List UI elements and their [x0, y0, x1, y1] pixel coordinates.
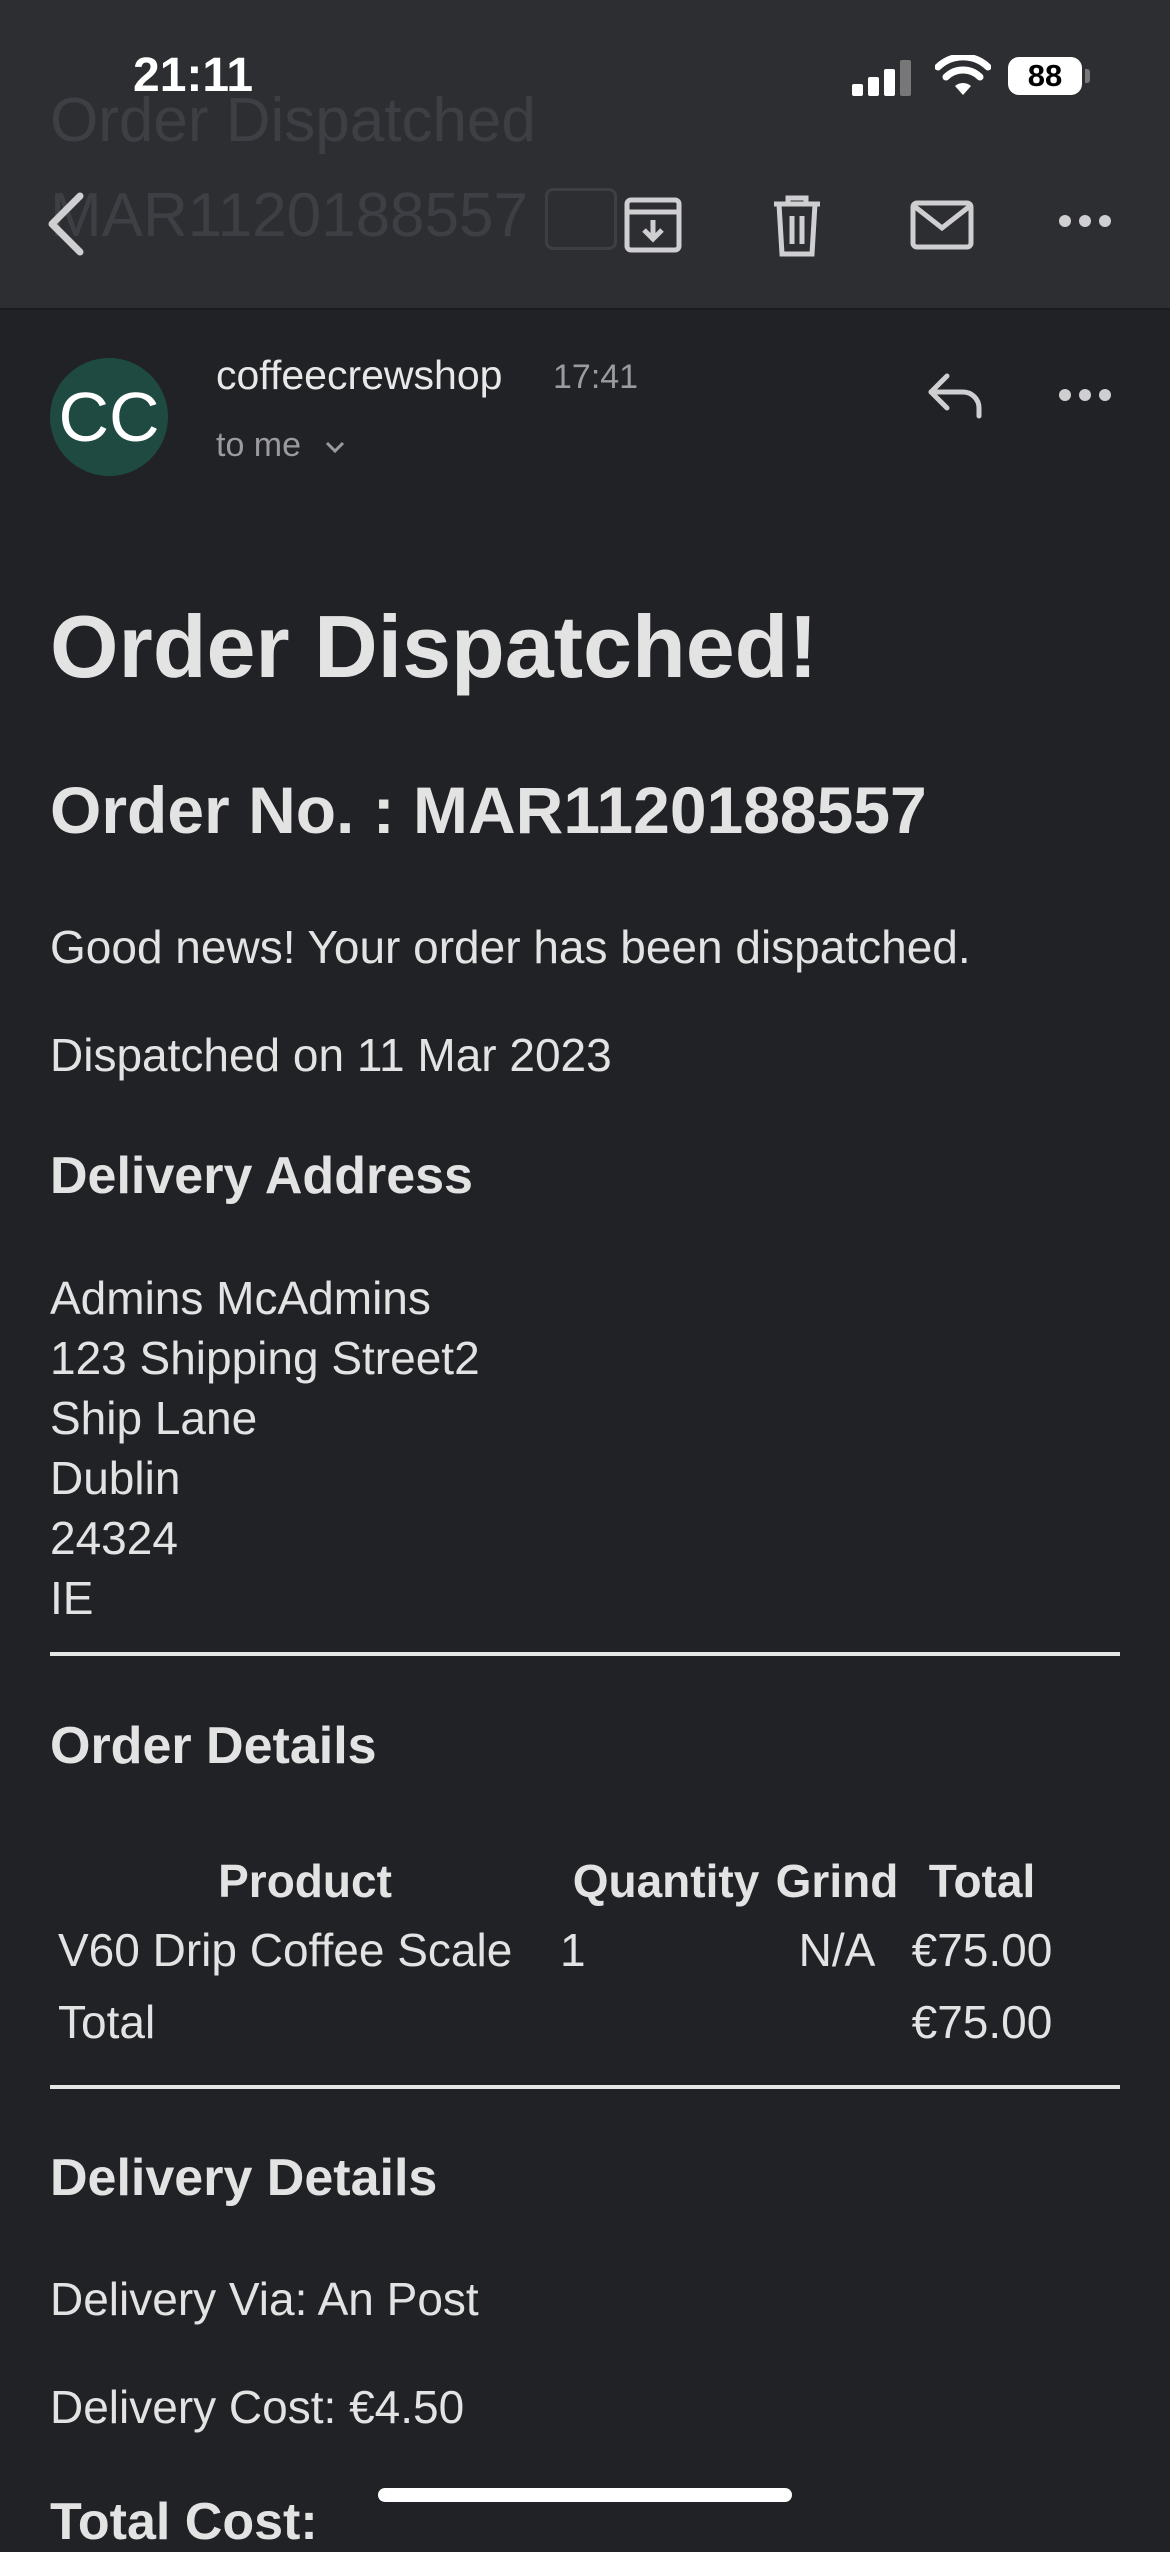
- address-line: 24324: [50, 1512, 178, 1564]
- mark-unread-mail-icon[interactable]: [910, 200, 974, 250]
- cell-total: €75.00: [911, 1924, 1053, 1976]
- wifi-icon: [935, 55, 991, 95]
- sender-header: CC coffeecrewshop 17:41 to me: [0, 350, 1170, 490]
- total-label: Total: [58, 1996, 156, 2048]
- table-header-row: Product Quantity Grind Total: [50, 1848, 1062, 1914]
- back-arrow-icon[interactable]: [42, 192, 90, 256]
- column-header-grind: Grind: [775, 1855, 899, 1907]
- received-time: 17:41: [553, 358, 639, 396]
- address-line: 123 Shipping Street2: [50, 1332, 480, 1384]
- ghost-subject-line2: MAR1120188557: [50, 181, 528, 250]
- address-line: Ship Lane: [50, 1392, 258, 1444]
- battery-indicator: 88: [1008, 57, 1082, 95]
- ghost-subject-line1: Order Dispatched: [50, 86, 536, 155]
- order-number: Order No. : MAR1120188557: [50, 773, 927, 847]
- divider: [50, 1652, 1120, 1656]
- ghost-label-badge: [545, 188, 617, 250]
- battery-nub: [1085, 69, 1090, 83]
- address-line: Admins McAdmins: [50, 1272, 431, 1324]
- home-indicator[interactable]: [378, 2488, 792, 2502]
- top-toolbar: Order Dispatched MAR1120188557 21:11 88: [0, 0, 1170, 310]
- empty-cell: [560, 1986, 772, 2058]
- column-header-product: Product: [218, 1855, 392, 1907]
- table-row: V60 Drip Coffee Scale 1 N/A €75.00: [50, 1914, 1062, 1986]
- column-header-total: Total: [928, 1855, 1036, 1907]
- column-header-quantity: Quantity: [572, 1855, 760, 1907]
- dispatch-date: Dispatched on 11 Mar 2023: [50, 1029, 612, 1081]
- delivery-via: Delivery Via: An Post: [50, 2273, 479, 2325]
- delivery-address: Admins McAdmins 123 Shipping Street2 Shi…: [50, 1268, 480, 1628]
- total-cost-heading: Total Cost:: [50, 2493, 318, 2551]
- dispatch-message: Good news! Your order has been dispatche…: [50, 921, 971, 973]
- cell-product: V60 Drip Coffee Scale: [58, 1924, 513, 1976]
- archive-icon[interactable]: [622, 194, 684, 256]
- reply-icon[interactable]: [925, 370, 983, 420]
- more-options-icon[interactable]: [1058, 214, 1112, 228]
- order-details-heading: Order Details: [50, 1717, 377, 1775]
- recipient-toggle[interactable]: to me: [216, 426, 347, 465]
- order-details-table: Product Quantity Grind Total V60 Drip Co…: [50, 1848, 1062, 2058]
- chevron-down-icon: [325, 441, 344, 454]
- message-more-options-icon[interactable]: [1058, 388, 1112, 402]
- cell-quantity: 1: [560, 1924, 586, 1976]
- delivery-address-heading: Delivery Address: [50, 1147, 473, 1205]
- cell-grind: N/A: [798, 1924, 876, 1976]
- email-title: Order Dispatched!: [50, 597, 818, 696]
- address-line: Dublin: [50, 1452, 181, 1504]
- cellular-signal-icon: [852, 58, 912, 96]
- sender-avatar[interactable]: CC: [50, 358, 168, 476]
- divider: [50, 2085, 1120, 2089]
- recipient-label: to me: [216, 426, 302, 464]
- empty-cell: [772, 1986, 902, 2058]
- address-line: IE: [50, 1572, 94, 1624]
- delivery-cost: Delivery Cost: €4.50: [50, 2381, 465, 2433]
- table-total-row: Total €75.00: [50, 1986, 1062, 2058]
- total-value: €75.00: [911, 1996, 1053, 2048]
- sender-name[interactable]: coffeecrewshop: [216, 352, 502, 399]
- delivery-details-heading: Delivery Details: [50, 2149, 438, 2207]
- status-time: 21:11: [133, 49, 254, 102]
- trash-icon[interactable]: [770, 194, 824, 258]
